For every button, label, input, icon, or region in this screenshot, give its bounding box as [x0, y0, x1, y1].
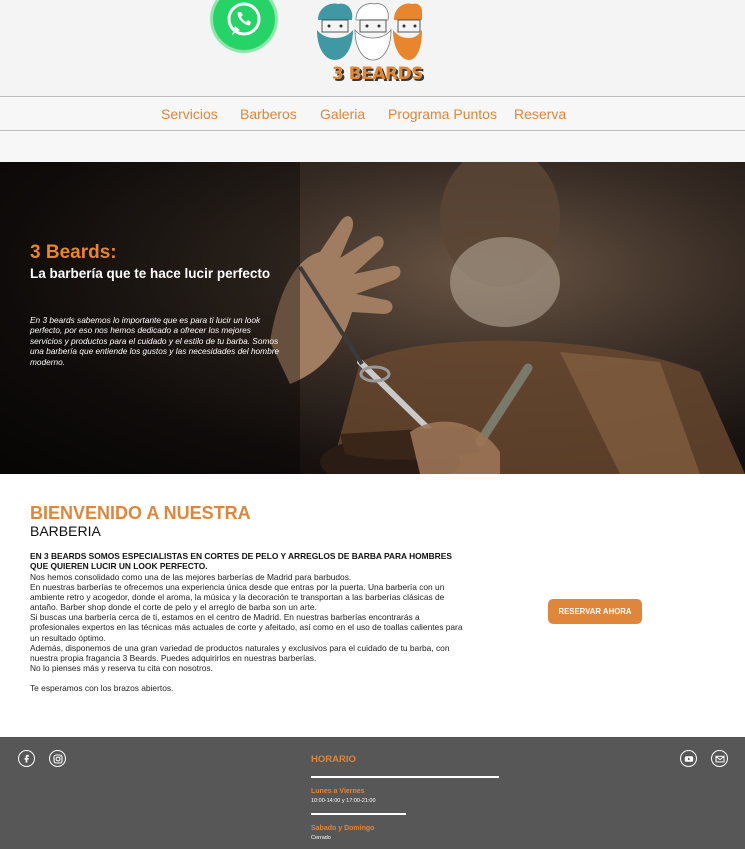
nav-reserva[interactable]: Reserva — [514, 106, 566, 122]
nav-spacer — [0, 131, 745, 162]
weekend-hours: Cerrado — [311, 835, 331, 841]
welcome-subheading: BARBERIA — [30, 523, 101, 539]
nav-programa-puntos[interactable]: Programa Puntos — [388, 106, 497, 122]
welcome-paragraph: Nos hemos consolidado como una de las me… — [30, 572, 352, 582]
welcome-body: Nos hemos consolidado como una de las me… — [30, 572, 470, 673]
mail-icon[interactable] — [711, 750, 728, 767]
whatsapp-glyph — [227, 2, 261, 36]
horario-title: HORARIO — [311, 754, 356, 765]
welcome-paragraph: Además, disponemos de una gran variedad … — [30, 642, 450, 663]
instagram-icon[interactable] — [49, 750, 66, 767]
reservar-ahora-button[interactable]: RESERVAR AHORA — [548, 599, 642, 624]
main-nav: Servicios Barberos Galeria Programa Punt… — [0, 96, 745, 131]
horario-divider — [311, 776, 499, 778]
nav-galeria[interactable]: Galeria — [320, 106, 365, 122]
hero-subtitle: La barbería que te hace lucir perfecto — [30, 266, 271, 281]
nav-servicios[interactable]: Servicios — [161, 106, 218, 122]
brand-name: 3 BEARDS — [332, 64, 423, 84]
site-footer: HORARIO Lunes a Viernes 10:00-14:00 y 17… — [0, 737, 745, 849]
hero-banner: 3 Beards: La barbería que te hace lucir … — [0, 162, 745, 474]
nav-barberos[interactable]: Barberos — [240, 106, 297, 122]
welcome-heading: BIENVENIDO A NUESTRA — [30, 503, 251, 523]
hero-description: En 3 beards sabemos lo importante que es… — [30, 315, 280, 367]
welcome-closing: Te esperamos con los brazos abiertos. — [30, 683, 174, 693]
whatsapp-icon[interactable] — [213, 0, 275, 50]
site-header: 3 BEARDS — [0, 0, 745, 96]
weekdays-hours: 10:00-14:00 y 17:00-21:00 — [311, 798, 376, 804]
welcome-paragraph: No lo pienses más y reserva tu cita con … — [30, 662, 213, 673]
weekend-label: Sabado y Domingo — [311, 825, 375, 832]
hero-title: 3 Beards: — [30, 242, 117, 263]
facebook-icon[interactable] — [18, 750, 35, 767]
welcome-intro: EN 3 BEARDS SOMOS ESPECIALISTAS EN CORTE… — [30, 551, 452, 571]
youtube-icon[interactable] — [680, 750, 697, 767]
welcome-paragraph: Si buscas una barbería cerca de ti, esta… — [30, 612, 463, 643]
welcome-paragraph: En nuestras barberías te ofrecemos una e… — [30, 582, 445, 613]
horario-divider — [311, 813, 406, 815]
weekdays-label: Lunes a Viernes — [311, 788, 365, 795]
